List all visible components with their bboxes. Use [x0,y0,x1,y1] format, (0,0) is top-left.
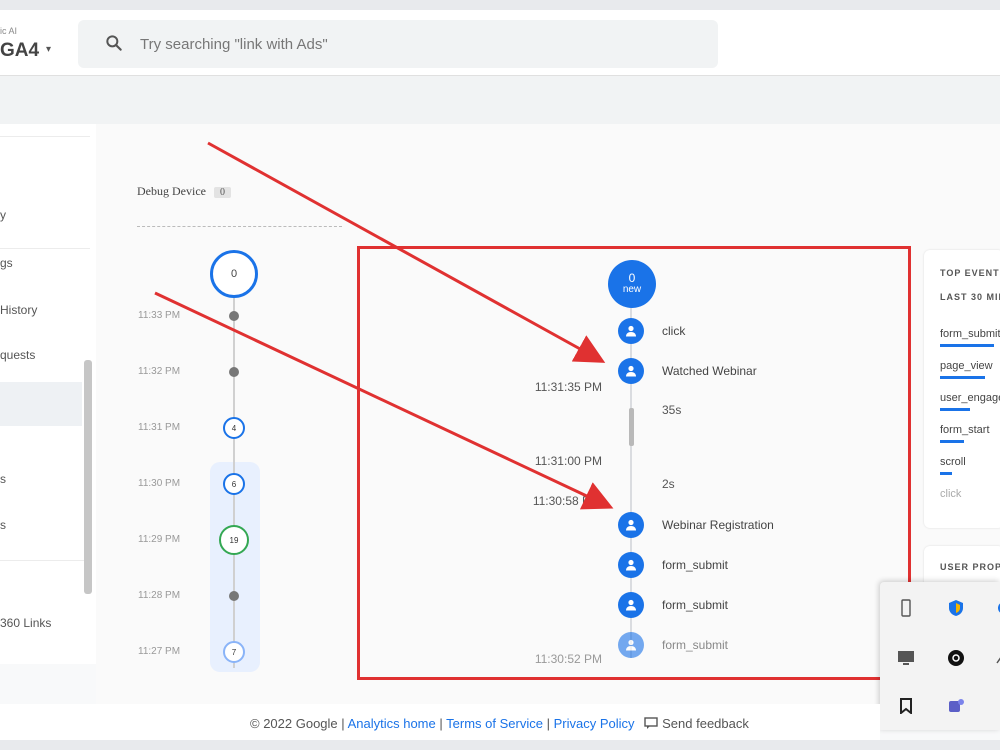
minute-time: 11:32 PM [138,366,181,377]
minute-total-ring[interactable]: 0 [210,250,258,298]
search-input[interactable] [140,32,700,56]
sidebar-divider [0,248,90,249]
sidebar-item[interactable]: s [0,518,6,532]
sidebar-divider [0,136,90,137]
minute-dot[interactable] [229,591,239,601]
sidebar-item[interactable]: y [0,208,6,222]
minute-time: 11:31 PM [138,422,181,433]
minute-time: 11:33 PM [138,310,181,321]
top-event-item[interactable]: user_engagement [940,392,1000,404]
top-events-subheading: LAST 30 MIN [940,292,1000,302]
minute-time: 11:28 PM [138,590,181,601]
footer-copyright: © 2022 Google [250,716,338,731]
usb-icon[interactable] [896,598,916,618]
debug-device-selector[interactable]: Debug Device 0 [137,184,231,199]
feedback-label: Send feedback [662,716,749,731]
feedback-icon [644,717,658,729]
top-event-bar [940,440,964,443]
top-event-item[interactable]: click [940,488,961,500]
search-icon[interactable] [104,33,124,53]
minute-time: 11:30 PM [138,478,181,489]
minute-count-ring[interactable]: 7 [223,641,245,663]
cloud-icon[interactable] [990,598,1000,618]
annotation-highlight-box [357,246,911,680]
teams-icon[interactable] [946,696,966,716]
top-event-item[interactable]: scroll [940,456,966,468]
sidebar-item-selected[interactable] [0,382,82,426]
minute-time: 11:29 PM [138,534,181,545]
minute-dot[interactable] [229,311,239,321]
terms-of-service-link[interactable]: Terms of Service [446,716,543,731]
minute-dot[interactable] [229,367,239,377]
top-events-heading: TOP EVENTS [940,268,1000,278]
bookmark-icon[interactable] [896,696,916,716]
top-event-item[interactable]: form_submit [940,328,1000,340]
sidebar: y gs History quests s s 360 Links [0,124,96,664]
top-event-bar [940,344,994,347]
chevron-down-icon[interactable]: ▾ [46,44,51,55]
top-header: ic AI GA4 ▾ [0,10,1000,76]
property-selector[interactable]: GA4 [0,40,39,62]
analytics-page: ic AI GA4 ▾ y gs History quests s s 360 … [0,10,1000,740]
footer-separator: | [546,716,550,731]
minute-count-ring[interactable]: 6 [223,473,245,495]
top-event-bar [940,472,952,475]
minute-count-ring[interactable]: 19 [219,525,249,555]
sidebar-item[interactable]: s [0,472,6,486]
top-event-item[interactable]: page_view [940,360,993,372]
top-event-item[interactable]: form_start [940,424,990,436]
system-tray-flyout [880,582,1000,730]
privacy-policy-link[interactable]: Privacy Policy [554,716,635,731]
search-bar[interactable] [78,20,718,68]
top-event-bar [940,376,985,379]
sidebar-item[interactable]: gs [0,256,13,270]
minute-count-ring[interactable]: 4 [223,417,245,439]
monitor-icon[interactable] [896,648,916,668]
app-circle-icon[interactable] [946,648,966,668]
arrow-icon[interactable] [990,648,1000,668]
user-properties-heading: USER PROPERTIES [940,562,1000,572]
analytics-home-link[interactable]: Analytics home [348,716,436,731]
sidebar-scrollbar[interactable] [84,360,92,594]
sidebar-divider [0,560,90,561]
debug-device-label: Debug Device [137,184,206,198]
footer-separator: | [439,716,443,731]
footer-separator: | [341,716,345,731]
sidebar-item[interactable]: History [0,303,37,317]
footer-text: © 2022 Google | Analytics home | Terms o… [250,716,749,731]
top-event-bar [940,408,970,411]
debug-divider [137,226,342,227]
sidebar-item[interactable]: quests [0,348,35,362]
property-account-label: ic AI [0,26,18,36]
debug-device-count: 0 [213,187,231,198]
page-footer: © 2022 Google | Analytics home | Terms o… [0,704,880,740]
sidebar-item-360-links[interactable]: 360 Links [0,616,51,630]
feedback-link[interactable]: Send feedback [638,716,749,731]
sub-toolbar [0,76,1000,124]
minute-time: 11:27 PM [138,646,181,657]
security-shield-icon[interactable] [946,598,966,618]
